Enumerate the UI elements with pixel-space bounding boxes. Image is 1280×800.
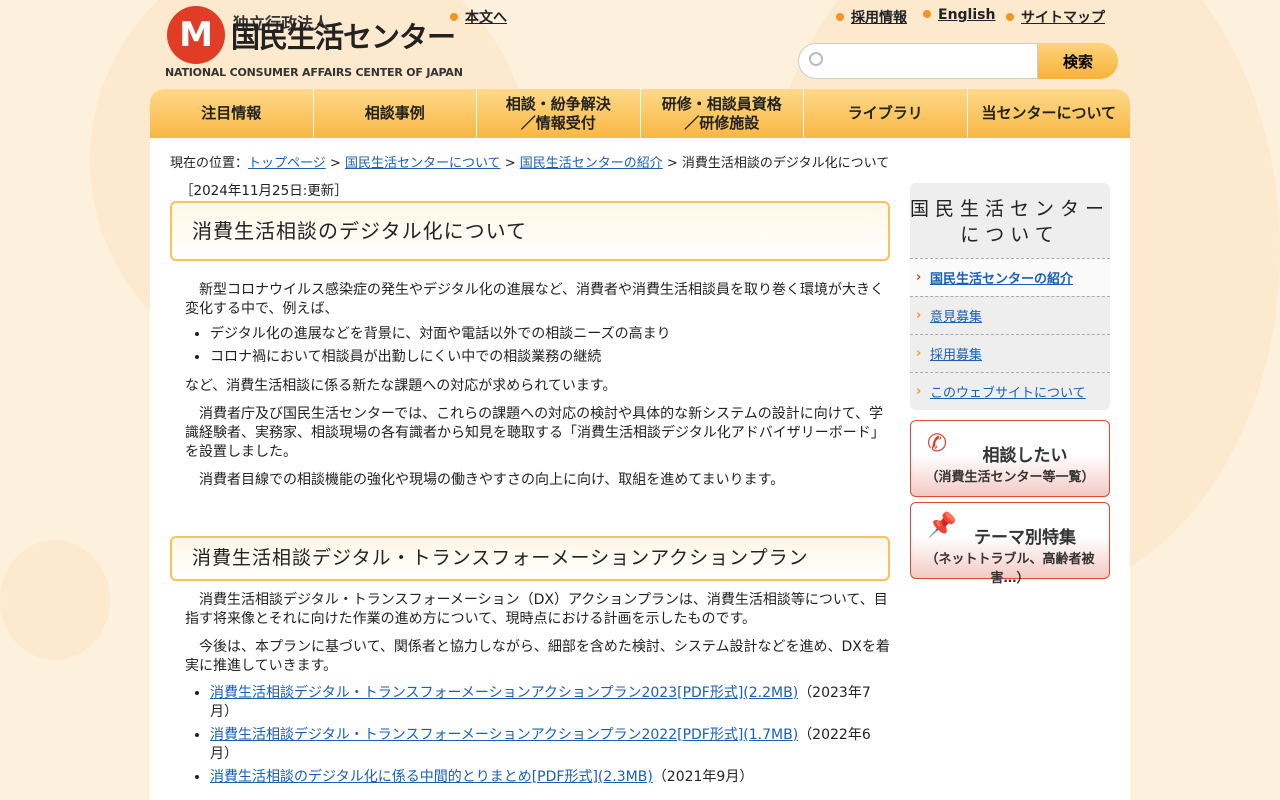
nav-cases[interactable]: 相談事例	[314, 89, 477, 138]
nav-library[interactable]: ライブラリ	[804, 89, 968, 138]
site-logo[interactable]: M 独立行政法人 国民生活センター NATIONAL CONSUMER AFFA…	[165, 6, 463, 81]
paragraph: 新型コロナウイルス感染症の発生やデジタル化の進展など、消費者や消費生活相談員を取…	[185, 282, 885, 317]
search-input[interactable]	[798, 43, 1038, 79]
document-link[interactable]: 消費生活相談のデジタル化に係る中間的とりまとめ[PDF形式](2.3MB)	[210, 769, 653, 785]
sidebar: 国民生活センターについて 国民生活センターの紹介 意見募集 採用募集 このウェブ…	[910, 183, 1110, 586]
list-item: デジタル化の進展などを背景に、対面や電話以外での相談ニーズの高まり	[210, 325, 890, 344]
theme-banner[interactable]: 📌 テーマ別特集 （ネットトラブル、高齢者被害…）	[910, 502, 1110, 586]
nav-featured[interactable]: 注目情報	[150, 89, 314, 138]
breadcrumb-label: 現在の位置：	[170, 156, 249, 171]
section-heading: 消費生活相談デジタル・トランスフォーメーションアクションプラン	[170, 536, 890, 581]
document-item: 消費生活相談デジタル・トランスフォーメーションアクションプラン2023[PDF形…	[210, 684, 890, 722]
nav-about[interactable]: 当センターについて	[968, 89, 1131, 138]
page-title: 消費生活相談のデジタル化について	[170, 201, 890, 261]
skip-to-content-link[interactable]: 本文へ	[450, 7, 507, 27]
banner-sub: （ネットトラブル、高齢者被害…）	[925, 552, 1095, 586]
paragraph: 消費生活相談デジタル・トランスフォーメーション（DX）アクションプランは、消費生…	[185, 592, 888, 627]
phone-icon: ✆	[927, 429, 948, 457]
global-nav: 注目情報 相談事例 相談・紛争解決 ／情報受付 研修・相談員資格 ／研修施設 ラ…	[150, 89, 1130, 138]
paragraph: 消費者目線での相談機能の強化や現場の働きやすさの向上に向け、取組を進めてまいりま…	[199, 472, 785, 488]
sidebar-item-intro[interactable]: 国民生活センターの紹介	[910, 258, 1110, 296]
sidebar-link[interactable]: 意見募集	[930, 306, 982, 325]
sitemap-link[interactable]: サイトマップ	[1006, 7, 1105, 27]
banner-sub: （消費生活センター等一覧）	[925, 470, 1095, 485]
search-icon	[809, 52, 823, 66]
document-link[interactable]: 消費生活相談デジタル・トランスフォーメーションアクションプラン2022[PDF形…	[210, 727, 798, 743]
consult-banner[interactable]: ✆ 相談したい （消費生活センター等一覧）	[910, 420, 1110, 497]
sidebar-link[interactable]: このウェブサイトについて	[930, 382, 1086, 401]
pushpin-icon: 📌	[927, 511, 957, 539]
document-item: 消費生活相談のデジタル化に係る中間的とりまとめ[PDF形式](2.3MB)（20…	[210, 768, 890, 787]
list-item: コロナ禍において相談員が出勤しにくい中での相談業務の継続	[210, 348, 890, 367]
recruit-link[interactable]: 採用情報	[836, 7, 907, 27]
sidebar-item-website[interactable]: このウェブサイトについて	[910, 372, 1110, 410]
logo-en: NATIONAL CONSUMER AFFAIRS CENTER OF JAPA…	[165, 66, 463, 79]
sidebar-menu: 国民生活センターについて 国民生活センターの紹介 意見募集 採用募集 このウェブ…	[910, 183, 1110, 410]
nav-consultation[interactable]: 相談・紛争解決 ／情報受付	[477, 89, 641, 138]
breadcrumb-top[interactable]: トップページ	[248, 156, 326, 171]
paragraph: 今後は、本プランに基づいて、関係者と協力しながら、細部を含めた検討、システム設計…	[185, 639, 890, 674]
breadcrumb: 現在の位置：トップページ > 国民生活センターについて > 国民生活センターの紹…	[170, 156, 890, 171]
sidebar-item-opinion[interactable]: 意見募集	[910, 296, 1110, 334]
breadcrumb-current: 消費生活相談のデジタル化について	[681, 156, 890, 171]
document-link[interactable]: 消費生活相談デジタル・トランスフォーメーションアクションプラン2023[PDF形…	[210, 685, 798, 701]
paragraph: 消費者庁及び国民生活センターでは、これらの課題への対応の検討や具体的な新システム…	[185, 406, 885, 460]
sidebar-title: 国民生活センターについて	[910, 198, 1110, 246]
search-button[interactable]: 検索	[1038, 43, 1118, 79]
logo-mark-icon: M	[167, 6, 225, 64]
breadcrumb-intro[interactable]: 国民生活センターの紹介	[520, 156, 663, 171]
nav-training[interactable]: 研修・相談員資格 ／研修施設	[641, 89, 804, 138]
breadcrumb-about[interactable]: 国民生活センターについて	[345, 156, 501, 171]
document-date: （2021年9月）	[652, 769, 754, 785]
updated-date: ［2024年11月25日:更新］	[180, 183, 348, 199]
paragraph: など、消費生活相談に係る新たな課題への対応が求められています。	[185, 378, 617, 394]
search-form: 検索	[798, 43, 1118, 79]
main-content: ［2024年11月25日:更新］ 消費生活相談のデジタル化について 新型コロナウ…	[170, 182, 890, 793]
document-item: 消費生活相談デジタル・トランスフォーメーションアクションプラン2022[PDF形…	[210, 726, 890, 764]
english-link[interactable]: English	[923, 7, 995, 23]
sidebar-link[interactable]: 国民生活センターの紹介	[930, 268, 1073, 287]
sidebar-link[interactable]: 採用募集	[930, 344, 982, 363]
sidebar-item-recruit[interactable]: 採用募集	[910, 334, 1110, 372]
bg-circle	[0, 540, 110, 660]
